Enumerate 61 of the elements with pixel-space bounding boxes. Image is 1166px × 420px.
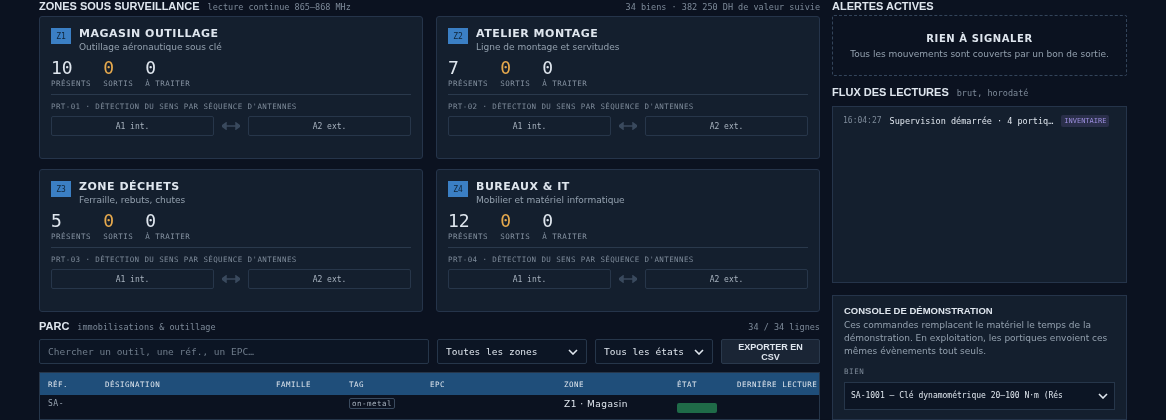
chevron-down-icon	[568, 348, 578, 355]
zone-description: Mobilier et matériel informatique	[476, 195, 625, 206]
section-subtitle: brut, horodaté	[956, 88, 1029, 99]
console-description: Ces commandes remplacent le matériel le temps de la démonstration. En exploitation, les portiques envoient ces mêmes évènements tout seuls.	[844, 319, 1109, 358]
zone-name: BUREAUX & IT	[476, 180, 571, 194]
console-title: CONSOLE DE DÉMONSTRATION	[844, 305, 994, 316]
section-title: ALERTES ACTIVES	[832, 0, 934, 12]
antenna-box: A1 int.	[448, 116, 611, 137]
asset-dropdown[interactable]: SA-1001 — Clé dynamométrique 20–100 N·m (Rés	[844, 382, 1115, 410]
antenna-box: A2 ext.	[645, 116, 808, 137]
section-title: FLUX DES LECTURES	[832, 86, 949, 99]
stat-value: 0	[542, 210, 555, 232]
section-subtitle: immobilisations & outillage	[77, 322, 216, 333]
table-cell-text: Z1 · Magasin	[563, 399, 629, 409]
export-button[interactable]: EXPORTER EN CSV	[721, 339, 820, 364]
state-dropdown[interactable]: Tous les états	[595, 339, 713, 364]
alert-heading: RIEN À SIGNALER	[926, 32, 1033, 44]
stat-value: 7	[448, 57, 460, 79]
zone-code-badge: Z3	[51, 181, 71, 198]
feed-time: 16:04:27	[843, 116, 882, 126]
table-cell-text: SA-	[47, 399, 65, 408]
zone-name: MAGASIN OUTILLAGE	[79, 27, 220, 41]
zone-description: Ligne de montage et servitudes	[476, 42, 620, 53]
stat-value: 0	[103, 57, 115, 80]
antenna-box: A2 ext.	[645, 269, 808, 290]
double-arrow-icon	[222, 122, 240, 131]
row-count: 34 / 34 lignes	[748, 322, 820, 333]
search-field[interactable]: Chercher un outil, une réf., un EPC…	[39, 339, 429, 364]
zone-description: Outillage aéronautique sous clé	[79, 42, 222, 53]
stat-value: 5	[51, 210, 63, 232]
stat-value: 0	[145, 210, 158, 232]
zone-dropdown[interactable]: Toutes les zones	[437, 339, 587, 364]
zone-description: Ferraille, rebuts, chutes	[79, 195, 186, 206]
zone-code-badge: Z1	[51, 28, 71, 45]
antenna-box: A1 int.	[51, 116, 214, 137]
alert-message: Tous les mouvements sont couverts par un bon de sortie.	[850, 48, 1109, 59]
antenna-box: A2 ext.	[248, 116, 411, 137]
zone-name: ATELIER MONTAGE	[476, 27, 600, 41]
double-arrow-icon	[222, 275, 240, 284]
section-title: ZONES SOUS SURVEILLANCE	[39, 0, 200, 12]
zone-name: ZONE DÉCHETS	[79, 180, 181, 194]
summary-text: 34 biens · 382 250 DH de valeur suivie	[625, 2, 820, 12]
double-arrow-icon	[619, 275, 637, 284]
stat-value: 10	[51, 57, 74, 79]
stat-value: 0	[542, 57, 555, 79]
antenna-box: A1 int.	[448, 269, 611, 290]
zone-code-badge: Z2	[448, 28, 468, 45]
antenna-box: A2 ext.	[248, 269, 411, 290]
section-subtitle: lecture continue 865–868 MHz	[207, 2, 351, 12]
chevron-down-icon	[694, 348, 704, 355]
section-title: PARC	[39, 320, 70, 333]
stat-value: 0	[500, 210, 512, 233]
zone-code-badge: Z4	[448, 181, 468, 198]
stat-value: 0	[145, 57, 158, 79]
stat-value: 0	[103, 210, 115, 233]
antenna-box: A1 int.	[51, 269, 214, 290]
double-arrow-icon	[619, 122, 637, 131]
chevron-down-icon	[1098, 393, 1108, 399]
stat-value: 0	[500, 57, 512, 80]
feed-text: Supervision démarrée · 4 portiq…	[889, 115, 1054, 126]
stat-value: 12	[448, 210, 471, 232]
